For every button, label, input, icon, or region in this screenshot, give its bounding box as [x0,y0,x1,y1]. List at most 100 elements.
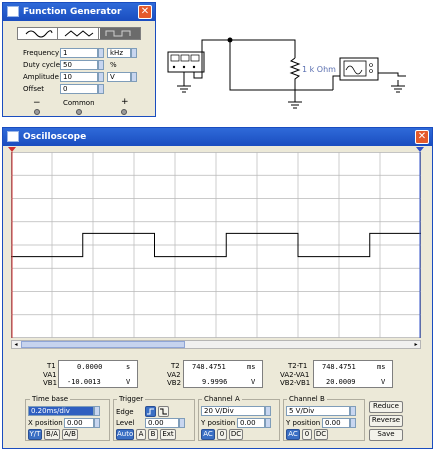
ground-symbol [288,101,302,109]
reverse-button[interactable]: Reverse [369,415,403,427]
duty-cycle-spinner[interactable] [98,60,104,70]
close-button[interactable]: ✕ [138,5,152,19]
sine-wave-icon [25,30,53,38]
channel-a-scale-select[interactable]: 20 V/Div [201,406,265,416]
ab-mode-button[interactable]: A/B [62,429,78,440]
oscilloscope-titlebar[interactable]: Oscilloscope ✕ [3,128,432,146]
channel-a-dc-button[interactable]: DC [229,429,243,440]
reduce-button[interactable]: Reduce [369,401,403,413]
trigger-level-input[interactable]: 0.00 [145,418,179,428]
minus-terminal[interactable] [34,109,40,115]
vb2-value: 9.9996 [202,378,228,386]
falling-edge-button[interactable] [158,406,169,417]
t2-value: 748.4751 [192,363,226,371]
horizontal-scrollbar[interactable]: ◂ ▸ [11,340,421,349]
trigger-b-button[interactable]: B [148,429,158,440]
vb2-minus-vb1-label: VB2-VB1 [280,379,311,387]
ba-mode-button[interactable]: B/A [44,429,60,440]
vb2-unit: V [251,378,256,386]
scrollbar-thumb[interactable] [21,341,185,348]
t1-unit: s [126,363,131,371]
app-icon [7,6,19,17]
channel-b-zero-button[interactable]: 0 [302,429,312,440]
frequency-unit-select[interactable]: kHz [107,48,131,58]
channel-a-ac-button[interactable]: AC [201,429,215,440]
triangle-wave-icon [64,30,94,37]
va1-label: VA1 [43,371,57,379]
square-wave-button[interactable] [100,28,140,39]
square-wave-icon [105,30,131,37]
channel-b-dc-button[interactable]: DC [314,429,328,440]
plus-terminal[interactable] [121,109,127,115]
frequency-input[interactable]: 1 [60,48,98,58]
delta-vb-unit: V [381,378,386,386]
offset-spinner[interactable] [98,84,104,94]
channel-a-y-position-label: Y position [201,419,236,427]
resistor-symbol[interactable] [289,57,301,82]
channel-a-zero-button[interactable]: 0 [217,429,227,440]
frequency-spinner[interactable] [98,48,104,58]
trigger-level-spinner[interactable] [179,418,185,428]
trigger-a-button[interactable]: A [136,429,146,440]
time-base-spinner[interactable] [94,406,100,416]
channel-b-ac-button[interactable]: AC [286,429,300,440]
x-position-spinner[interactable] [94,418,100,428]
trigger-auto-button[interactable]: Auto [116,429,134,440]
channel-b-title: Channel B [287,395,327,403]
channel-a-scale-spinner[interactable] [265,406,271,416]
function-generator-symbol[interactable] [167,51,205,73]
channel-b-y-position-label: Y position [286,419,321,427]
waveform-selector [17,27,141,40]
offset-input[interactable]: 0 [60,84,98,94]
time-base-title: Time base [30,395,71,403]
time-base-select[interactable]: 0.20ms/div [28,406,94,416]
common-terminal[interactable] [76,109,82,115]
delta-vb-value: 20.0009 [326,378,356,386]
yt-mode-button[interactable]: Y/T [28,429,42,440]
vb1-value: -10.0013 [67,378,101,386]
triangle-wave-button[interactable] [59,28,99,39]
plus-terminal-label: + [121,97,129,107]
amplitude-unit-select[interactable]: V [107,72,131,82]
sine-wave-button[interactable] [18,28,58,39]
channel-b-y-position-input[interactable]: 0.00 [322,418,350,428]
duty-cycle-input[interactable]: 50 [60,60,98,70]
channel-b-y-position-spinner[interactable] [350,418,356,428]
frequency-label: Frequency [23,49,60,57]
vb1-label: VB1 [43,379,58,387]
channel-a-y-position-spinner[interactable] [265,418,271,428]
close-button[interactable]: ✕ [415,130,429,144]
trigger-ext-button[interactable]: Ext [160,429,176,440]
amplitude-input[interactable]: 10 [60,72,98,82]
frequency-unit-spinner[interactable] [131,48,137,58]
va2-label: VA2 [167,371,181,379]
circuit-schematic [167,37,406,109]
t1-label: T1 [47,362,56,370]
channel-a-y-position-input[interactable]: 0.00 [237,418,265,428]
ground-symbol [391,80,405,93]
rising-edge-button[interactable] [145,406,156,417]
x-position-label: X position [28,419,63,427]
channel-b-scale-select[interactable]: 5 V/Div [286,406,350,416]
oscilloscope-display[interactable] [11,152,421,338]
x-position-input[interactable]: 0.00 [64,418,94,428]
delta-readout: 748.4751 ms 20.0009 V [313,360,393,388]
function-generator-titlebar[interactable]: Function Generator ✕ [3,3,155,21]
rising-edge-icon [147,408,154,415]
t2-minus-t1-label: T2-T1 [288,362,308,370]
amplitude-spinner[interactable] [98,72,104,82]
oscilloscope-symbol[interactable] [339,57,379,81]
level-label: Level [116,419,135,427]
amplitude-unit-spinner[interactable] [131,72,137,82]
scroll-left-arrow-icon[interactable]: ◂ [12,341,20,348]
scroll-right-arrow-icon[interactable]: ▸ [412,341,420,348]
amplitude-label: Amplitude [23,73,59,81]
edge-label: Edge [116,408,134,416]
save-button[interactable]: Save [369,429,403,441]
channel-b-scale-spinner[interactable] [350,406,356,416]
ground-symbol [177,85,191,93]
channel-a-title: Channel A [202,395,242,403]
t1-value: 0.0000 [77,363,103,371]
minus-terminal-label: − [33,98,41,108]
common-terminal-label: Common [63,99,95,107]
